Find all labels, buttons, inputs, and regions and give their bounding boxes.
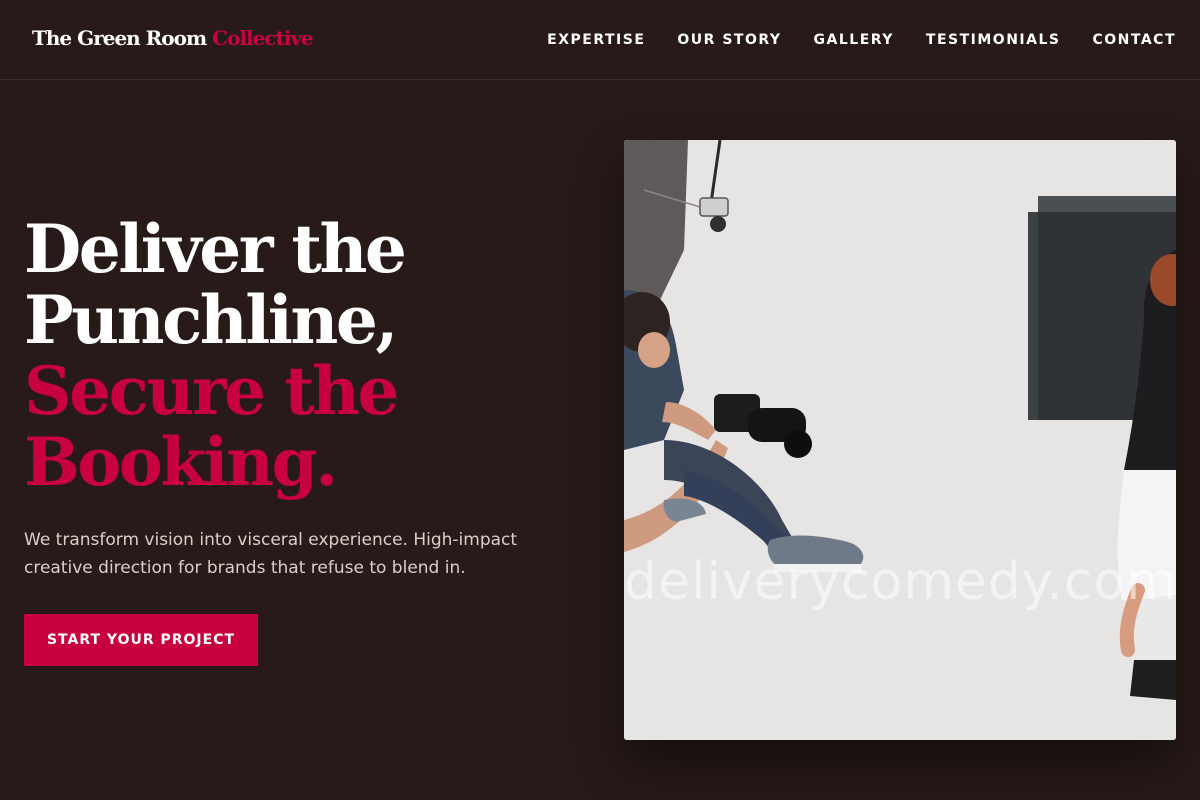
headline-line-1: Deliver the: [24, 210, 407, 288]
photo-illustration: [624, 140, 1176, 740]
headline-line-3: Secure the: [24, 352, 400, 430]
start-project-button[interactable]: START YOUR PROJECT: [24, 614, 258, 666]
nav-link-gallery[interactable]: GALLERY: [814, 31, 894, 49]
brand-accent: Collective: [212, 26, 314, 50]
hero-subtext: We transform vision into visceral experi…: [24, 530, 518, 578]
nav-link-testimonials[interactable]: TESTIMONIALS: [926, 31, 1061, 49]
hero-headline: Deliver the Punchline, Secure the Bookin…: [24, 210, 407, 501]
brand-logo[interactable]: The Green Room Collective: [32, 26, 314, 50]
headline-line-2: Punchline,: [24, 281, 398, 359]
photo-watermark: deliverycomedy.com: [624, 552, 1176, 612]
nav-link-contact[interactable]: CONTACT: [1092, 31, 1176, 49]
main-nav: EXPERTISE OUR STORY GALLERY TESTIMONIALS…: [547, 31, 1176, 49]
headline-line-4: Booking.: [24, 423, 338, 501]
nav-link-expertise[interactable]: EXPERTISE: [547, 31, 645, 49]
nav-link-our-story[interactable]: OUR STORY: [677, 31, 781, 49]
site-header: The Green Room Collective EXPERTISE OUR S…: [0, 0, 1200, 80]
hero-photo: deliverycomedy.com: [624, 140, 1176, 740]
brand-name: The Green Room: [32, 26, 207, 50]
